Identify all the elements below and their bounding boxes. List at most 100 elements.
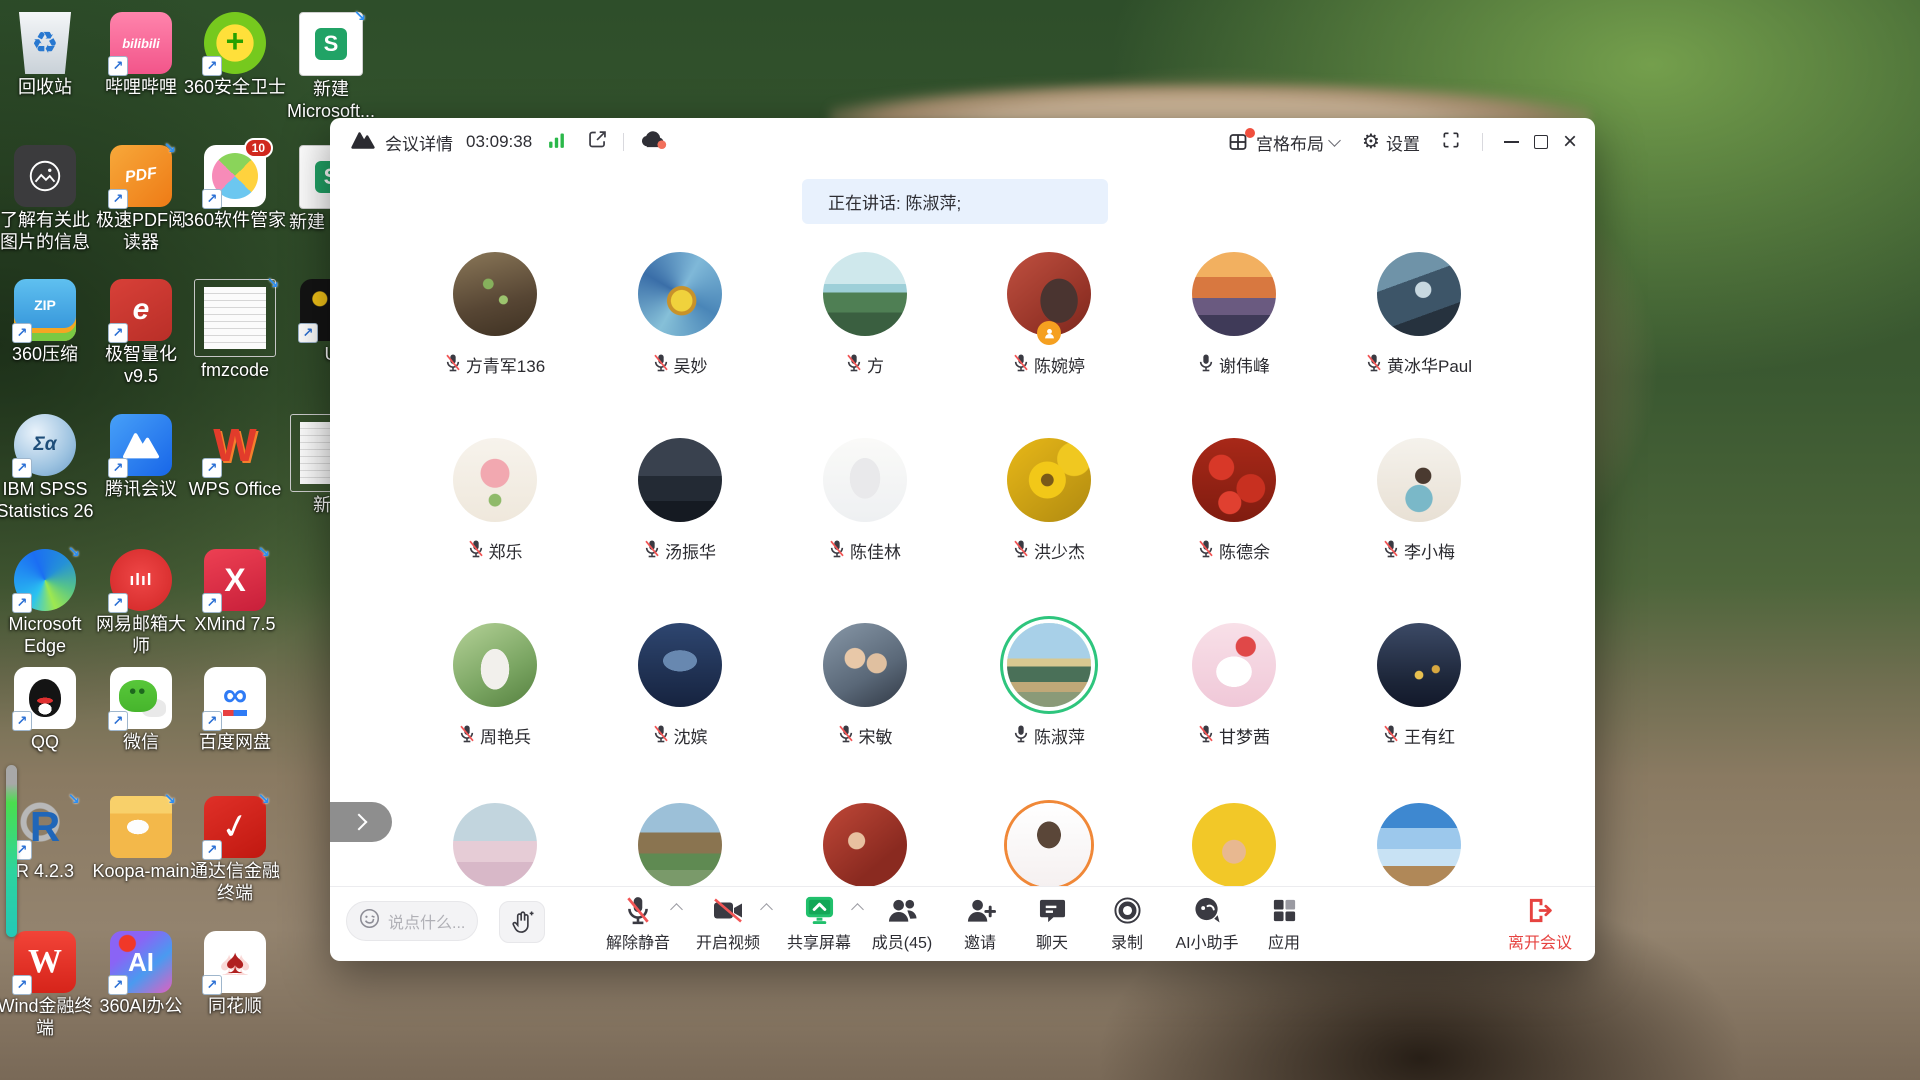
- desktop-icon-new-microsoft-doc[interactable]: S↘新建 Microsoft...: [278, 12, 384, 123]
- participant-avatar: [638, 438, 722, 522]
- desktop-icon-wps-office[interactable]: W↗WPS Office: [182, 414, 288, 501]
- close-button[interactable]: ×: [1563, 130, 1577, 154]
- new-microsoft-doc-icon: S↘: [299, 12, 363, 76]
- desktop-icon-label: 新建 Microsoft...: [278, 79, 384, 123]
- desktop-icon-jizhi-quant[interactable]: e↗极智量化v9.5: [88, 279, 194, 388]
- shortcut-arrow-icon: ↗: [108, 56, 128, 76]
- desktop-icon-microsoft-edge[interactable]: ↗↘Microsoft Edge: [0, 549, 98, 658]
- participant-avatar: [1377, 623, 1461, 707]
- 360-zip-icon: ZIP↗: [14, 279, 76, 341]
- desktop-icon-ibm-spss[interactable]: Σα↗IBM SPSS Statistics 26: [0, 414, 98, 523]
- participant-甘梦茜[interactable]: 甘梦茜: [1149, 623, 1319, 748]
- desktop-icon-bilibili[interactable]: bilibili↗哔哩哔哩: [88, 12, 194, 99]
- desktop-icon-label: 360软件管家: [184, 210, 286, 232]
- participant-avatar: [453, 623, 537, 707]
- participant-name-row: 郑乐: [468, 538, 523, 563]
- compress-arrows-icon: ↘: [163, 139, 176, 157]
- desktop-icon-tonghuashun[interactable]: ♠↗同花顺: [182, 931, 288, 1018]
- chat-icon: [1038, 895, 1067, 925]
- desktop-icon-wechat[interactable]: ↗微信: [88, 667, 194, 754]
- participant-方[interactable]: 方: [780, 252, 950, 377]
- desktop-icon-pdf-reader[interactable]: PDF↗↘极速PDF阅读器: [88, 145, 194, 254]
- participant-谢伟峰[interactable]: 谢伟峰: [1149, 252, 1319, 377]
- shortcut-arrow-icon: ↗: [298, 323, 318, 343]
- expand-panel-handle[interactable]: [330, 802, 392, 842]
- netease-mail-icon: ılıl↗: [110, 549, 172, 611]
- desktop-icon-label: 极智量化v9.5: [88, 344, 194, 388]
- participant-avatar: [1192, 803, 1276, 887]
- participant-宋敏[interactable]: 宋敏: [780, 623, 950, 748]
- participant-李小梅[interactable]: 李小梅: [1334, 438, 1504, 563]
- desktop-icon-qq[interactable]: ↗QQ: [0, 667, 98, 754]
- volume-indicator-overlay[interactable]: [6, 765, 17, 937]
- minimize-button[interactable]: [1504, 141, 1519, 143]
- cloud-recording-icon[interactable]: [639, 129, 667, 155]
- desktop-icon-recycle-bin[interactable]: ♻回收站: [0, 12, 98, 99]
- participant-row4-col5[interactable]: [1149, 803, 1319, 887]
- wind-terminal-icon: W↗: [14, 931, 76, 993]
- muted-mic-icon: [1383, 724, 1399, 748]
- titlebar-divider: [1482, 133, 1483, 151]
- participant-黄冰华Paul[interactable]: 黄冰华Paul: [1334, 252, 1504, 377]
- participant-沈嫔[interactable]: 沈嫔: [595, 623, 765, 748]
- settings-button[interactable]: ⚙ 设置: [1362, 130, 1420, 155]
- participant-王有红[interactable]: 王有红: [1334, 623, 1504, 748]
- chevron-right-icon: [351, 814, 368, 831]
- participant-avatar: [1377, 438, 1461, 522]
- r-4-2-3-icon: R↗↘: [14, 796, 76, 858]
- wechat-glyph: [119, 680, 157, 712]
- participant-row4-col4[interactable]: [964, 803, 1134, 887]
- 360-safe-guard-icon: +↗: [204, 12, 266, 74]
- desktop-icon-xmind[interactable]: X↗↘XMind 7.5: [182, 549, 288, 636]
- meeting-details-link[interactable]: 会议详情: [385, 130, 453, 155]
- start-video-button[interactable]: 开启视频: [680, 895, 776, 953]
- qq-glyph: [29, 679, 61, 717]
- participant-avatar: [453, 803, 537, 887]
- layout-switcher[interactable]: 宫格布局: [1228, 130, 1339, 155]
- participant-吴妙[interactable]: 吴妙: [595, 252, 765, 377]
- desktop-icon-baidu-netdisk[interactable]: ∞↗百度网盘: [182, 667, 288, 754]
- apps-button[interactable]: 应用: [1236, 895, 1332, 953]
- participant-洪少杰[interactable]: 洪少杰: [964, 438, 1134, 563]
- share-screen-button[interactable]: 共享屏幕: [771, 895, 867, 953]
- raise-hand-button[interactable]: [499, 901, 545, 943]
- participant-row4-col2[interactable]: [595, 803, 765, 887]
- shortcut-arrow-icon: ↗: [12, 458, 32, 478]
- desktop-icon-tencent-meeting[interactable]: ↗腾讯会议: [88, 414, 194, 501]
- participant-row4-col3[interactable]: [780, 803, 950, 887]
- muted-mic-icon: [846, 353, 862, 377]
- tencent-meeting-logo-icon: [350, 129, 376, 156]
- desktop-icon-label: Microsoft Edge: [0, 614, 98, 658]
- desktop-icon-360-safe-guard[interactable]: +↗360安全卫士: [182, 12, 288, 99]
- participant-陈德余[interactable]: 陈德余: [1149, 438, 1319, 563]
- maximize-button[interactable]: [1534, 135, 1548, 149]
- participant-row4-col1[interactable]: [410, 803, 580, 887]
- participant-陈淑萍[interactable]: 陈淑萍: [964, 623, 1134, 748]
- participant-陈佳林[interactable]: 陈佳林: [780, 438, 950, 563]
- participant-avatar: [638, 252, 722, 336]
- desktop-icon-label: QQ: [31, 732, 59, 754]
- participant-汤振华[interactable]: 汤振华: [595, 438, 765, 563]
- unmute-button[interactable]: 解除静音: [590, 895, 686, 953]
- desktop-icon-360-software-manager[interactable]: ↗10360软件管家: [182, 145, 288, 232]
- participant-name: 李小梅: [1404, 538, 1455, 563]
- participant-方青军136[interactable]: 方青军136: [410, 252, 580, 377]
- desktop-icon-360-ai-office[interactable]: AI↗360AI办公: [88, 931, 194, 1018]
- message-input[interactable]: 说点什么...: [346, 901, 478, 941]
- tonghuashun-glyph: ♠: [226, 943, 244, 982]
- participant-陈婉婷[interactable]: 陈婉婷: [964, 252, 1134, 377]
- open-external-icon[interactable]: [587, 129, 608, 155]
- desktop-icon-360-zip[interactable]: ZIP↗360压缩: [0, 279, 98, 366]
- desktop-icon-netease-mail[interactable]: ılıl↗网易邮箱大师: [88, 549, 194, 658]
- participant-周艳兵[interactable]: 周艳兵: [410, 623, 580, 748]
- desktop-icon-koopa-main[interactable]: ↘Koopa-main: [88, 796, 194, 883]
- desktop-icon-wind-terminal[interactable]: W↗Wind金融终端: [0, 931, 98, 1040]
- desktop-icon-fmzcode[interactable]: ↘fmzcode: [182, 279, 288, 382]
- fullscreen-button[interactable]: [1441, 130, 1461, 155]
- participant-name-row: 沈嫔: [653, 723, 708, 748]
- leave-meeting-button[interactable]: 离开会议: [1492, 895, 1588, 953]
- desktop-icon-photo-info[interactable]: 了解有关此图片的信息: [0, 145, 98, 254]
- participant-row4-col6[interactable]: [1334, 803, 1504, 887]
- desktop-icon-tongdaxin-terminal[interactable]: ✓↗↘通达信金融终端: [182, 796, 288, 905]
- participant-郑乐[interactable]: 郑乐: [410, 438, 580, 563]
